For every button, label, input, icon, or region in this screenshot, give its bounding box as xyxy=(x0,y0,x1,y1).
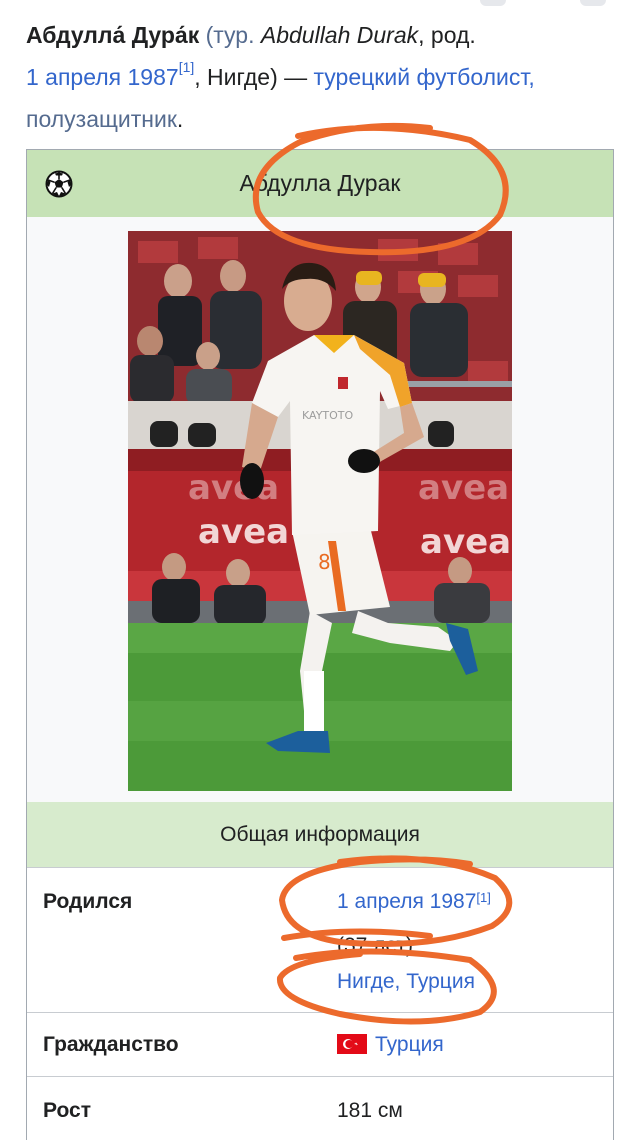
top-toolbar-fragment xyxy=(480,0,640,8)
article-subject-name: Абдулла́ Дура́к xyxy=(26,22,200,48)
infobox-header: Абдулла Дурак xyxy=(27,150,613,217)
reference-link[interactable]: [1] xyxy=(476,890,490,905)
reference-link[interactable]: [1] xyxy=(179,59,195,75)
lead-text: , род. xyxy=(418,22,476,48)
row-label: Рост xyxy=(43,1099,91,1122)
ad-board-text: avea xyxy=(188,468,279,508)
football-icon xyxy=(45,170,73,198)
original-name: Abdullah Durak xyxy=(260,22,419,48)
birth-date-link[interactable]: 1 апреля 1987 xyxy=(337,890,476,913)
profession-link[interactable]: турецкий футболист, xyxy=(314,64,535,90)
player-photo[interactable]: avea avea avea avea 8 KAYTOTO xyxy=(128,231,512,791)
citizenship-link[interactable]: Турция xyxy=(375,1033,444,1056)
birth-date-link[interactable]: 1 апреля 1987 xyxy=(26,64,179,90)
shirt-sponsor: KAYTOTO xyxy=(302,409,354,422)
lead-period: . xyxy=(176,106,184,132)
birth-place-text: , Нигде) — xyxy=(194,64,314,90)
infobox-row-born: Родился 1 апреля 1987[1] (37 лет) Нигде,… xyxy=(27,867,613,1012)
ad-board-text: avea xyxy=(420,522,511,562)
row-value-date: 1 апреля 1987[1] xyxy=(337,890,491,914)
infobox: Абдулла Дурак avea avea avea avea 8 KAYT… xyxy=(26,149,614,1140)
position-link[interactable]: полузащитник xyxy=(26,106,177,132)
row-value-place: Нигде, Турция xyxy=(337,970,475,994)
infobox-row-height: Рост 181 см xyxy=(27,1076,613,1140)
row-label: Родился xyxy=(43,890,133,913)
ad-board-text: avea xyxy=(198,512,289,552)
shorts-number: 8 xyxy=(318,550,331,574)
lead-text: (тур. xyxy=(199,22,261,48)
row-value: 181 см xyxy=(337,1099,403,1122)
row-value-age: (37 лет) xyxy=(337,934,414,957)
infobox-row-citizenship: Гражданство Турция xyxy=(27,1012,613,1076)
section-general-info: Общая информация xyxy=(27,802,613,868)
birth-place-link[interactable]: Нигде, Турция xyxy=(337,970,475,993)
toolbar-button-fragment xyxy=(580,0,606,6)
ad-board-text: avea xyxy=(418,468,509,508)
row-value: Турция xyxy=(337,1033,444,1057)
row-label: Гражданство xyxy=(43,1033,179,1056)
article-lead-paragraph: Абдулла́ Дура́к (тур. Abdullah Durak, ро… xyxy=(26,14,626,140)
player-photo-image: avea avea avea avea 8 KAYTOTO xyxy=(128,231,512,791)
section-title: Общая информация xyxy=(220,823,420,846)
toolbar-button-fragment xyxy=(480,0,506,6)
infobox-title: Абдулла Дурак xyxy=(239,170,401,196)
turkey-flag-icon xyxy=(337,1034,367,1054)
